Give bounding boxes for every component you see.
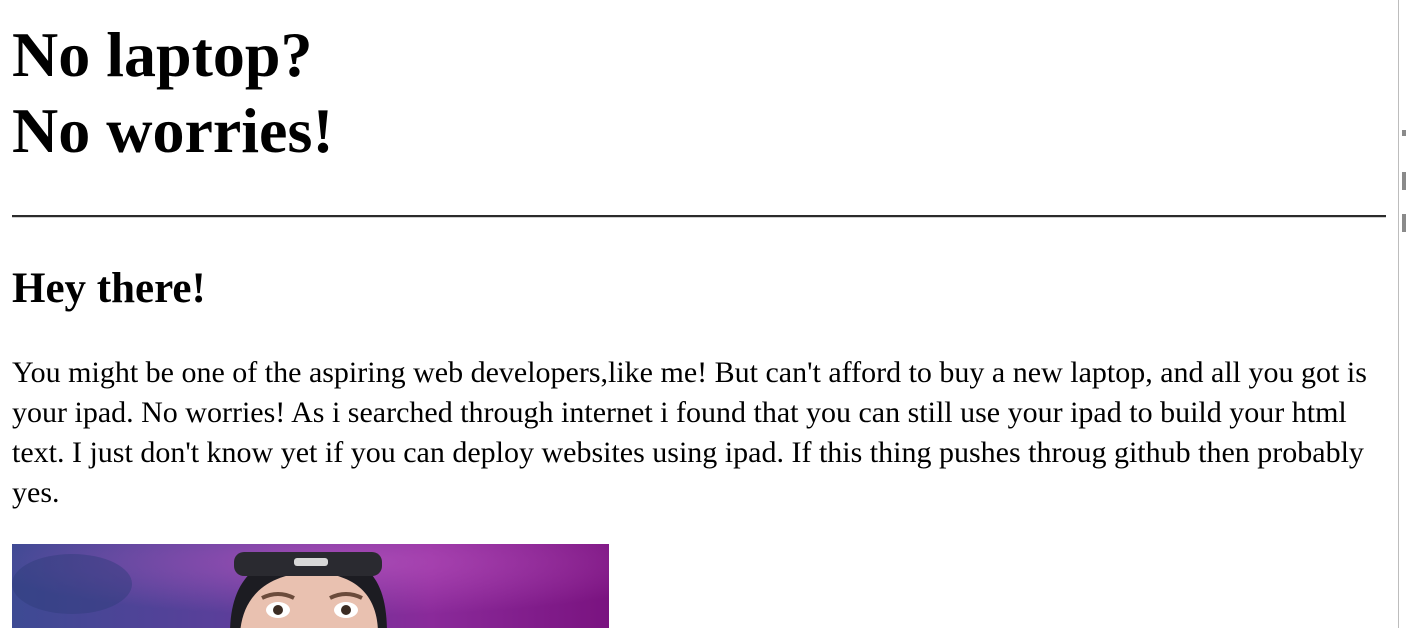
section-heading: Hey there!	[12, 265, 206, 312]
scroll-marker-bottom	[1402, 214, 1406, 232]
page: No laptop? No worries! Hey there! You mi…	[0, 0, 1406, 628]
photo-illustration	[12, 544, 609, 628]
intro-paragraph: You might be one of the aspiring web dev…	[12, 356, 1367, 509]
horizontal-divider	[12, 215, 1386, 218]
scrollbar-edge[interactable]	[1398, 0, 1406, 628]
scroll-marker-middle	[1402, 172, 1406, 190]
page-title-line-1: No laptop?	[12, 19, 313, 90]
page-title: No laptop? No worries!	[12, 0, 1386, 169]
scroll-marker-top	[1402, 130, 1406, 136]
profile-photo	[12, 544, 609, 628]
main-content: No laptop? No worries! Hey there! You mi…	[12, 0, 1386, 513]
page-title-line-2: No worries!	[12, 95, 334, 166]
